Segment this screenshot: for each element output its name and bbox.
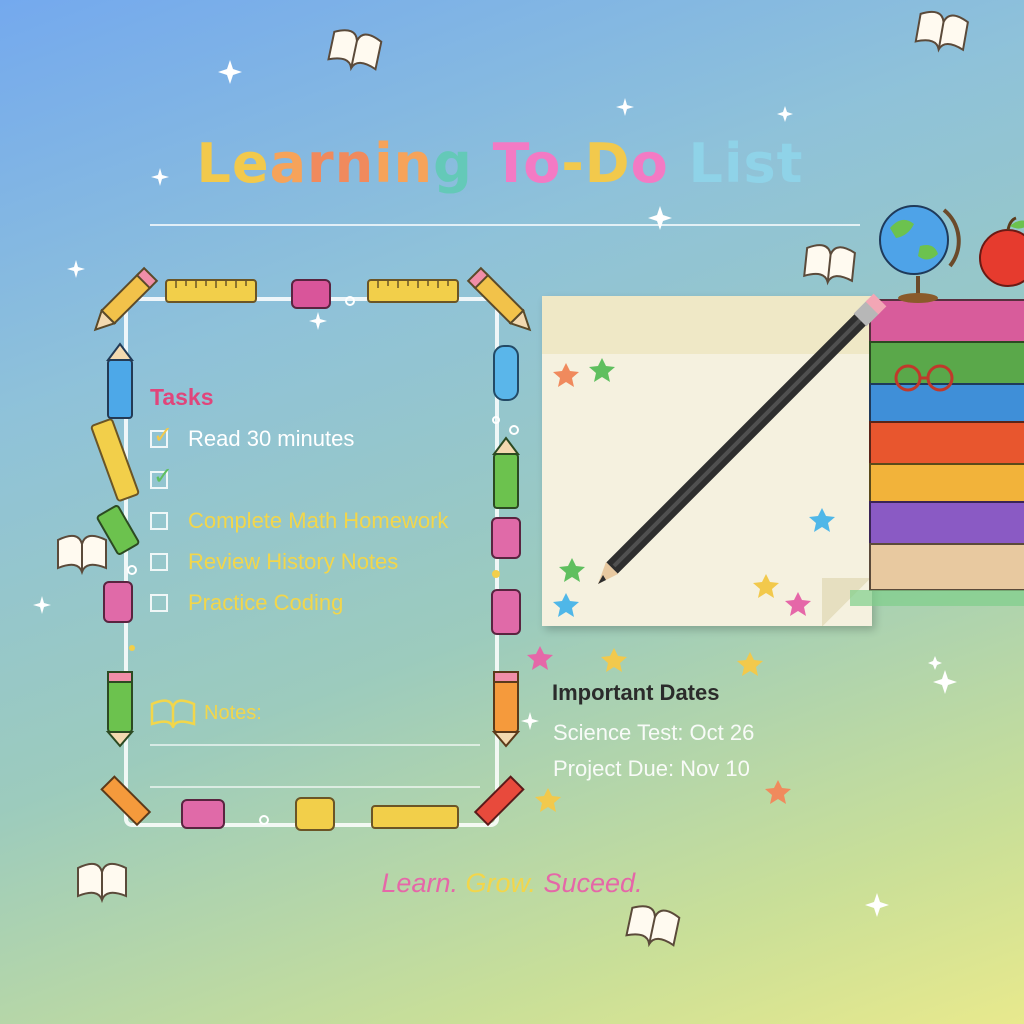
book-stack-icon: [850, 299, 1024, 606]
footer-part: Suceed.: [536, 868, 643, 898]
footer-part: Learn.: [381, 868, 458, 898]
footer-part: Grow.: [457, 868, 536, 898]
important-dates-heading: Important Dates: [552, 680, 720, 705]
apple-icon: [979, 216, 1024, 287]
footer-slogan: Learn. Grow. Suceed.: [0, 868, 1024, 899]
date-item: Science Test: Oct 26: [553, 720, 755, 745]
date-item: Project Due: Nov 10: [553, 756, 750, 781]
pencil-icon: [598, 293, 887, 584]
globe-icon: [879, 205, 961, 303]
